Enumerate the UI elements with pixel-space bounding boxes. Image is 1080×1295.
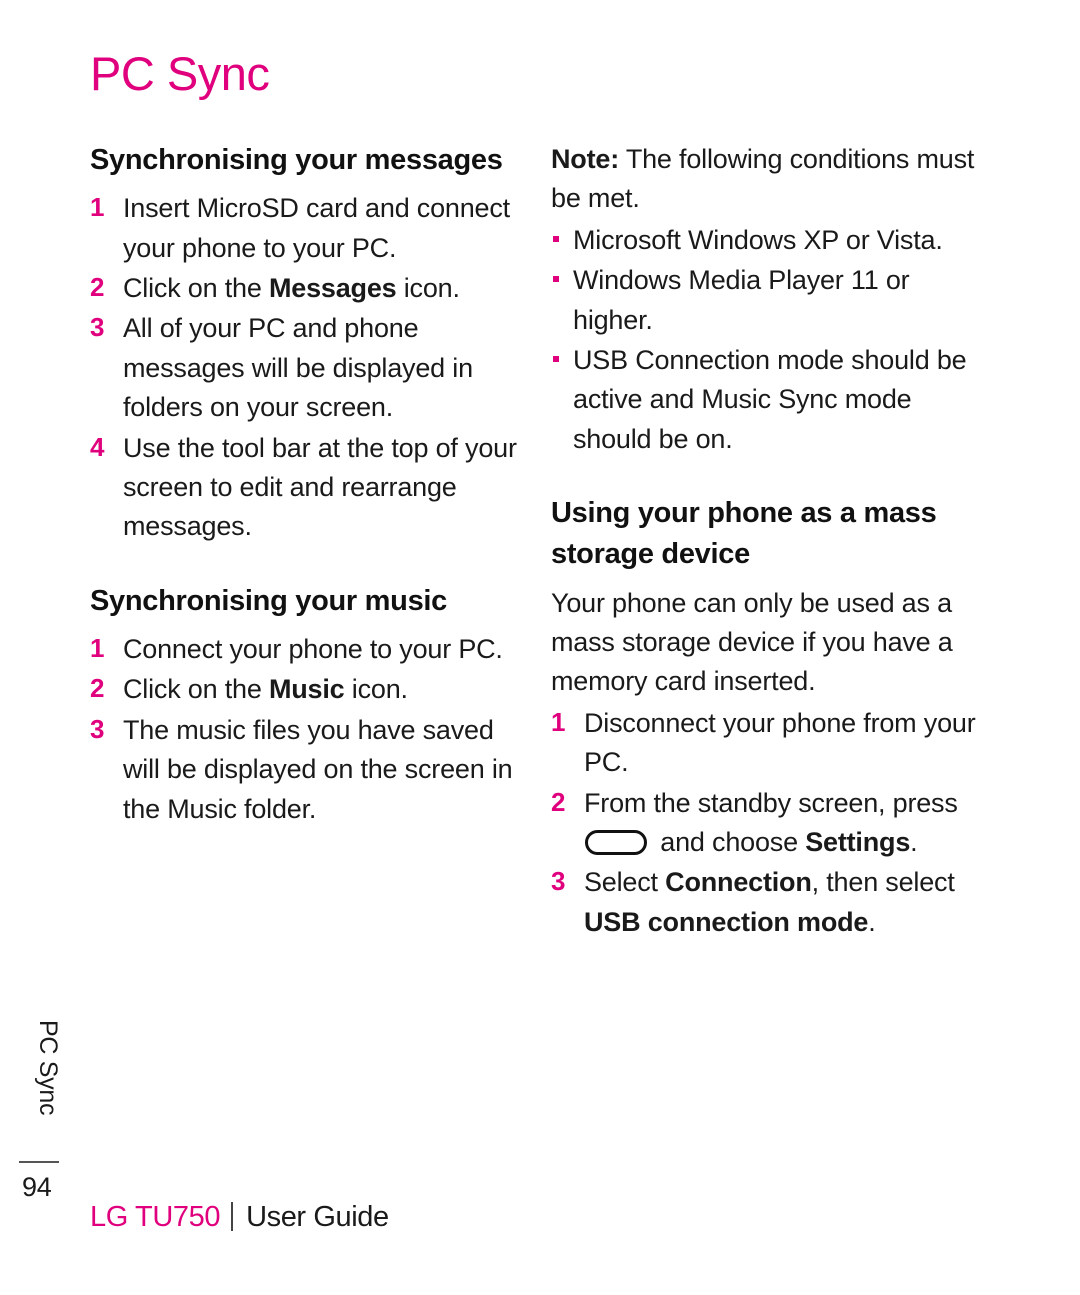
step-text-post: . (910, 827, 918, 858)
heading-synchronising-messages: Synchronising your messages (90, 144, 503, 176)
list-item: 3 Select Connection, then select USB conn… (551, 863, 991, 942)
step-number: 2 (551, 786, 566, 817)
step-text-mid: , then select (811, 867, 955, 898)
step-number: 1 (551, 706, 566, 737)
steps-synchronising-messages: 1 Insert MicroSD card and connect your p… (90, 189, 530, 547)
note-label: Note: (551, 144, 619, 174)
conditions-list: Microsoft Windows XP or Vista. Windows M… (551, 221, 991, 459)
side-tab-divider (19, 1161, 59, 1163)
list-item: 4 Use the tool bar at the top of your sc… (90, 429, 530, 547)
step-text-post: icon. (396, 272, 460, 303)
step-text-pre: Click on the (123, 272, 269, 303)
right-column: Note: The following conditions must be m… (551, 140, 991, 943)
condition-text: Microsoft Windows XP or Vista. (573, 224, 943, 255)
condition-text: Windows Media Player 11 or higher. (573, 265, 910, 335)
bullet-icon (553, 235, 559, 242)
list-item: 2 Click on the Messages icon. (90, 269, 530, 308)
step-text-bold: Settings (805, 827, 911, 858)
step-number: 3 (90, 312, 105, 343)
step-text-post: icon. (344, 674, 408, 705)
step-text-pre: Click on the (123, 674, 269, 705)
mass-storage-intro: Your phone can only be used as a mass st… (551, 587, 953, 697)
bullet-icon (553, 276, 559, 283)
heading-synchronising-music: Synchronising your music (90, 584, 447, 617)
left-column: Synchronising your messages 1 Insert Mic… (90, 140, 530, 830)
page-title: PC Sync (90, 47, 270, 100)
step-number: 1 (90, 192, 105, 223)
hardware-key-icon (585, 830, 647, 856)
step-text-post: . (868, 906, 876, 937)
heading-mass-storage-device: Using your phone as a mass storage devic… (551, 497, 937, 571)
step-text-bold-2: USB connection mode (584, 906, 869, 937)
step-text: Insert MicroSD card and connect your pho… (123, 193, 510, 263)
list-item: 1 Disconnect your phone from your PC. (551, 704, 991, 783)
steps-mass-storage: 1 Disconnect your phone from your PC. 2F… (551, 704, 991, 942)
step-text: Use the tool bar at the top of your scre… (123, 432, 517, 542)
step-number: 1 (90, 633, 105, 663)
step-text: Disconnect your phone from your PC. (584, 707, 976, 778)
list-item: Microsoft Windows XP or Vista. (551, 221, 991, 260)
step-number: 2 (90, 673, 105, 704)
steps-synchronising-music: 1 Connect your phone to your PC. 2 Click… (90, 630, 530, 829)
footer-guide-label: User Guide (246, 1201, 389, 1233)
note-paragraph: Note: The following conditions must be m… (551, 140, 991, 219)
step-text-mid: and choose (653, 827, 806, 858)
user-guide-page: PC Sync Synchronising your messages 1 In… (0, 0, 1080, 1295)
list-item: USB Connection mode should be active and… (551, 341, 991, 459)
step-text-bold: Connection (665, 867, 812, 898)
step-text: The music files you have saved will be d… (123, 714, 513, 824)
step-number: 3 (90, 713, 105, 744)
step-text-pre: Select (584, 867, 666, 898)
step-number: 3 (551, 866, 566, 897)
step-text-bold: Messages (268, 272, 397, 303)
list-item: 3 All of your PC and phone messages will… (90, 309, 530, 427)
footer-separator (231, 1202, 234, 1231)
step-text-bold: Music (268, 674, 345, 705)
list-item: Windows Media Player 11 or higher. (551, 261, 991, 340)
chapter-side-tab: PC Sync (34, 1020, 62, 1116)
page-number: 94 (22, 1172, 52, 1202)
list-item: 3 The music files you have saved will be… (90, 711, 530, 829)
list-item: 2 From the standby screen, press and choo… (551, 784, 991, 863)
footer-brand: LG TU750 (90, 1201, 221, 1233)
step-text-pre: From the standby screen, press (584, 787, 958, 818)
list-item: 1 Insert MicroSD card and connect your p… (90, 189, 530, 268)
footer: LG TU750 User Guide (90, 1201, 389, 1234)
list-item: 1 Connect your phone to your PC. (90, 630, 530, 669)
step-text: Connect your phone to your PC. (123, 634, 503, 664)
step-text: All of your PC and phone messages will b… (123, 313, 473, 423)
step-number: 2 (90, 271, 105, 302)
step-number: 4 (90, 431, 105, 462)
bullet-icon (553, 356, 559, 363)
condition-text: USB Connection mode should be active and… (573, 345, 967, 454)
list-item: 2 Click on the Music icon. (90, 670, 530, 709)
